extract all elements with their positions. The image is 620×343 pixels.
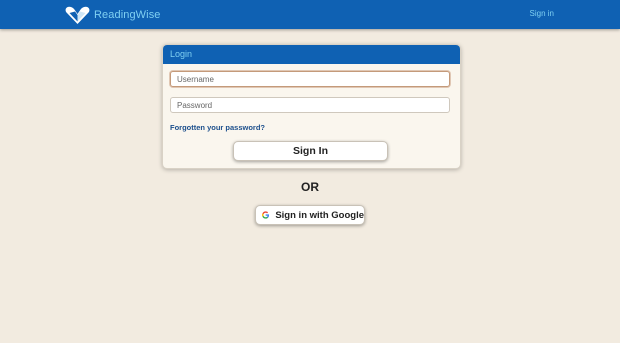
forgot-password-link[interactable]: Forgotten your password?: [170, 123, 265, 132]
or-separator: OR: [301, 180, 319, 194]
nav-sign-in-link[interactable]: Sign in: [530, 9, 554, 18]
login-panel: Login Forgotten your password? Sign In: [162, 44, 461, 169]
readingwise-logo-icon: [65, 6, 90, 24]
google-sign-in-label: Sign in with Google: [275, 209, 364, 221]
sign-in-button[interactable]: Sign In: [233, 141, 388, 161]
login-panel-title: Login: [163, 45, 460, 64]
brand-home-link[interactable]: ReadingWise: [65, 5, 161, 25]
google-g-icon: [262, 211, 270, 219]
brand-name: ReadingWise: [94, 9, 161, 21]
password-input[interactable]: [170, 97, 450, 113]
top-navbar: ReadingWise Sign in: [0, 0, 620, 29]
google-sign-in-button[interactable]: Sign in with Google: [255, 205, 365, 225]
username-input[interactable]: [170, 71, 450, 87]
